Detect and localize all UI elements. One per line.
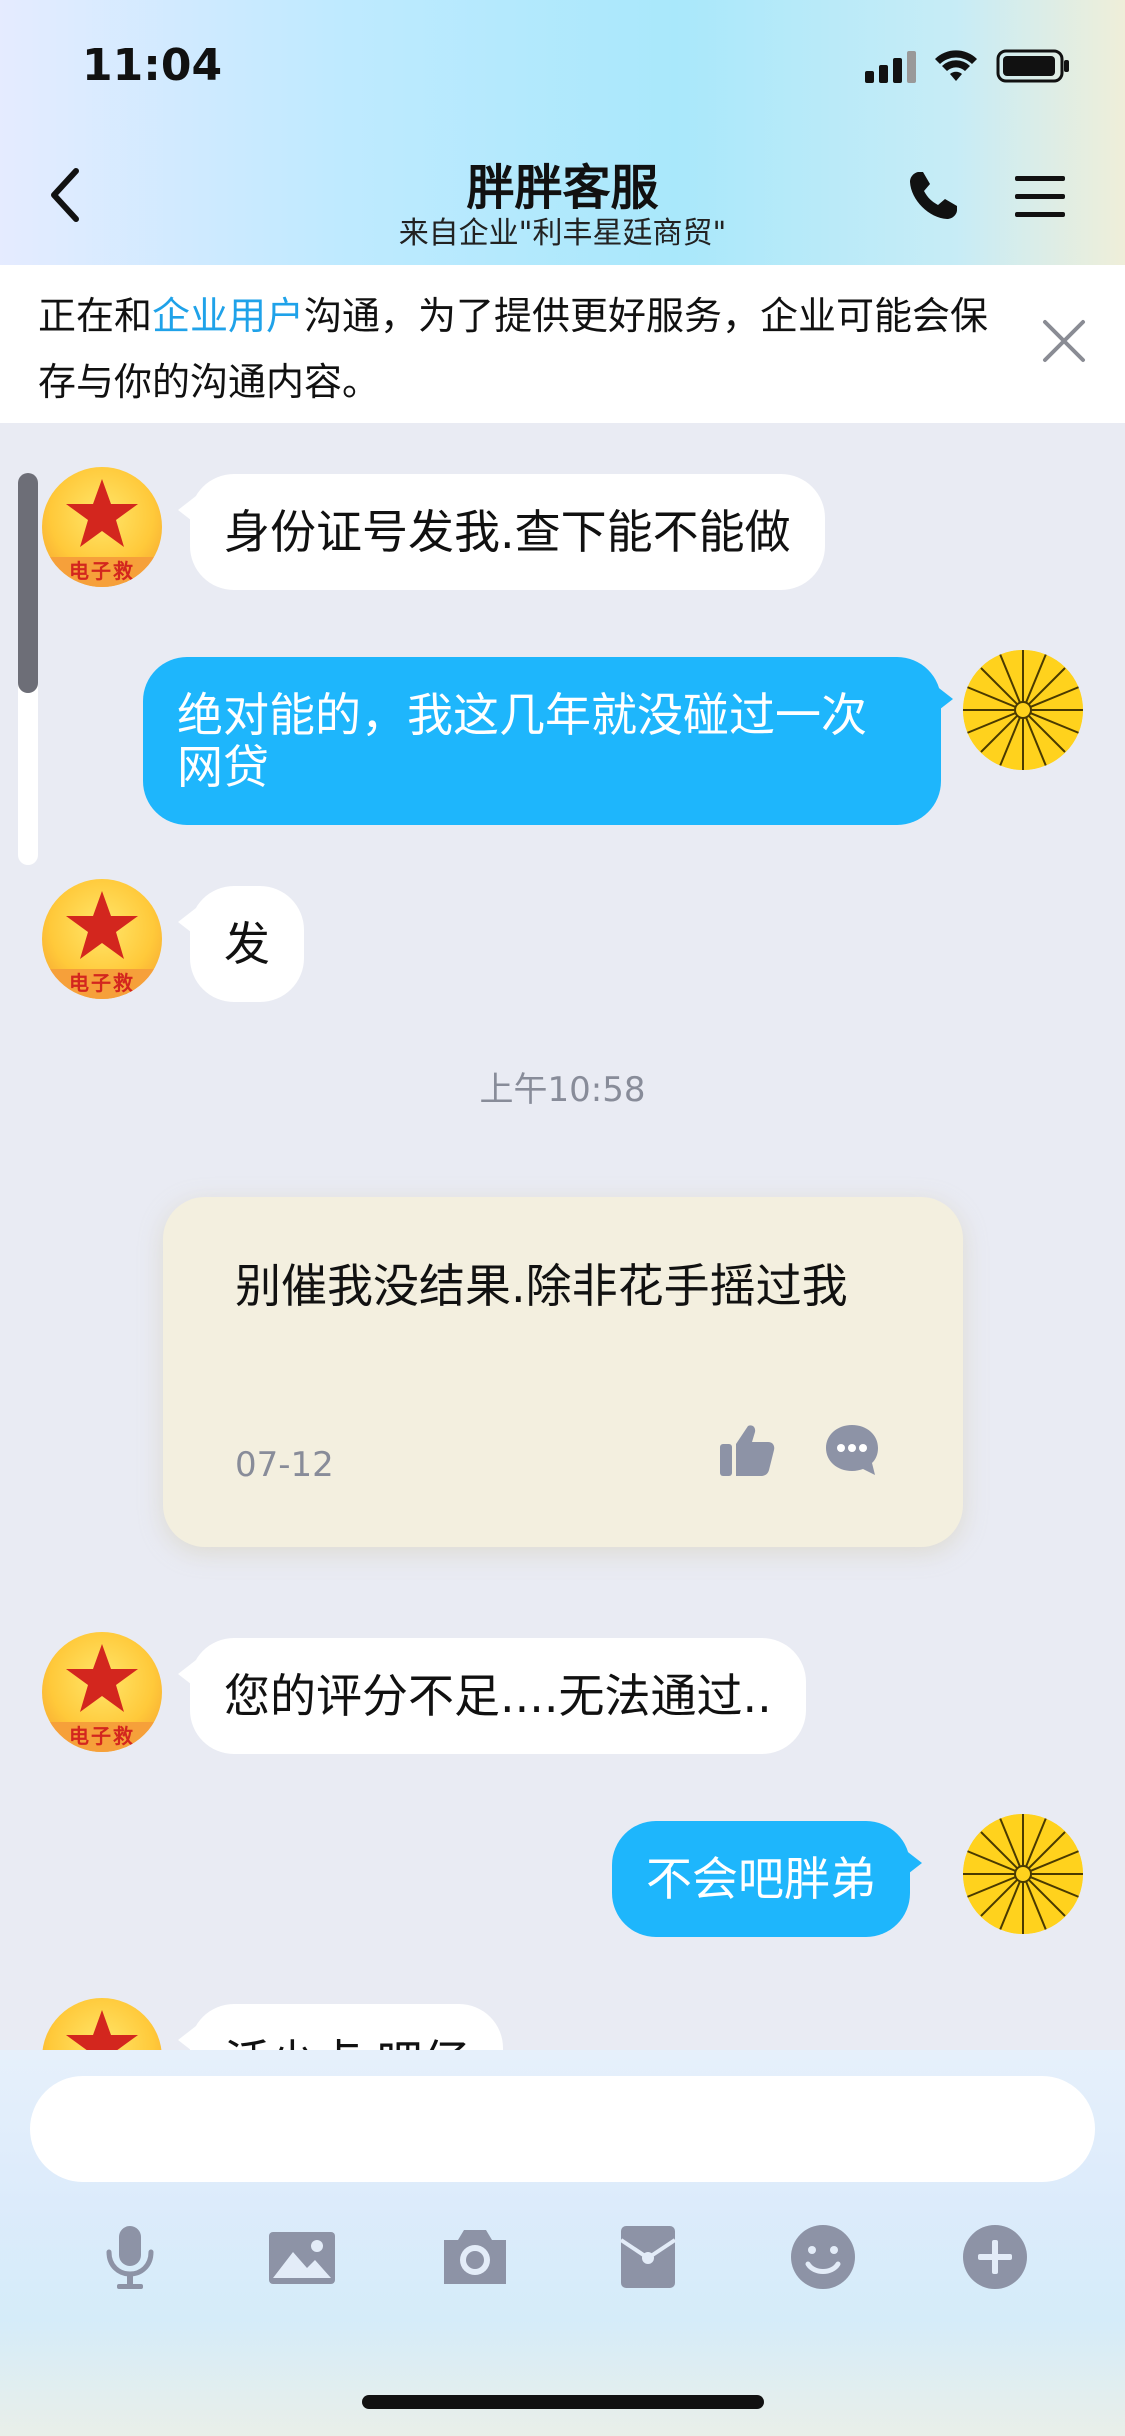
- microphone-icon[interactable]: [95, 2222, 165, 2292]
- status-time: 11:04: [82, 40, 223, 91]
- avatar-banner: 电子救: [42, 1722, 162, 1752]
- wifi-icon: [935, 50, 977, 81]
- message-bubble-out[interactable]: 绝对能的，我这几年就没碰过一次网贷: [143, 657, 953, 825]
- home-indicator[interactable]: [362, 2395, 764, 2409]
- sun-icon: [963, 1814, 1083, 1934]
- star-icon: [66, 1644, 138, 1712]
- status-icons: [865, 48, 1070, 84]
- user-avatar[interactable]: [963, 1814, 1083, 1934]
- red-envelope-icon[interactable]: [613, 2222, 683, 2292]
- camera-icon[interactable]: [440, 2222, 510, 2292]
- avatar-banner: 电子救: [42, 969, 162, 999]
- agent-avatar[interactable]: 电子救: [42, 467, 162, 587]
- comment-icon[interactable]: [823, 1422, 881, 1478]
- notice-highlight-link[interactable]: 企业用户: [152, 294, 304, 338]
- emoji-icon[interactable]: [788, 2222, 858, 2292]
- star-icon: [66, 479, 138, 547]
- agent-avatar[interactable]: 电子救: [42, 1632, 162, 1752]
- note-text: 别催我没结果.除非花手摇过我: [235, 1259, 848, 1313]
- avatar-banner: 电子救: [42, 557, 162, 587]
- note-date: 07-12: [235, 1445, 334, 1485]
- message-bubble-in[interactable]: 您的评分不足....无法通过..: [178, 1638, 806, 1754]
- thumbs-up-icon[interactable]: [718, 1422, 776, 1478]
- notice-text: 正在和企业用户沟通，为了提供更好服务，企业可能会保存与你的沟通内容。: [38, 283, 998, 415]
- sun-icon: [963, 650, 1083, 770]
- star-icon: [66, 891, 138, 959]
- message-bubble-in[interactable]: 发: [178, 886, 304, 1002]
- notice-text-before: 正在和: [38, 294, 153, 338]
- message-input[interactable]: [30, 2076, 1095, 2182]
- message-bubble-out[interactable]: 不会吧胖弟: [612, 1821, 922, 1937]
- image-icon[interactable]: [267, 2222, 337, 2292]
- menu-icon[interactable]: [1015, 172, 1065, 222]
- agent-avatar[interactable]: 电子救: [42, 879, 162, 999]
- note-card[interactable]: 别催我没结果.除非花手摇过我 07-12: [163, 1197, 963, 1547]
- battery-icon: [996, 49, 1069, 83]
- message-bubble-in[interactable]: 身份证号发我.查下能不能做: [178, 474, 825, 590]
- close-icon[interactable]: [1041, 318, 1087, 364]
- scrollbar-thumb[interactable]: [18, 473, 38, 693]
- plus-icon[interactable]: [960, 2222, 1030, 2292]
- user-avatar[interactable]: [963, 650, 1083, 770]
- phone-icon[interactable]: [905, 168, 961, 224]
- privacy-notice: 正在和企业用户沟通，为了提供更好服务，企业可能会保存与你的沟通内容。: [0, 265, 1125, 423]
- signal-icon: [865, 49, 916, 83]
- message-timestamp: 上午10:58: [479, 1070, 646, 1110]
